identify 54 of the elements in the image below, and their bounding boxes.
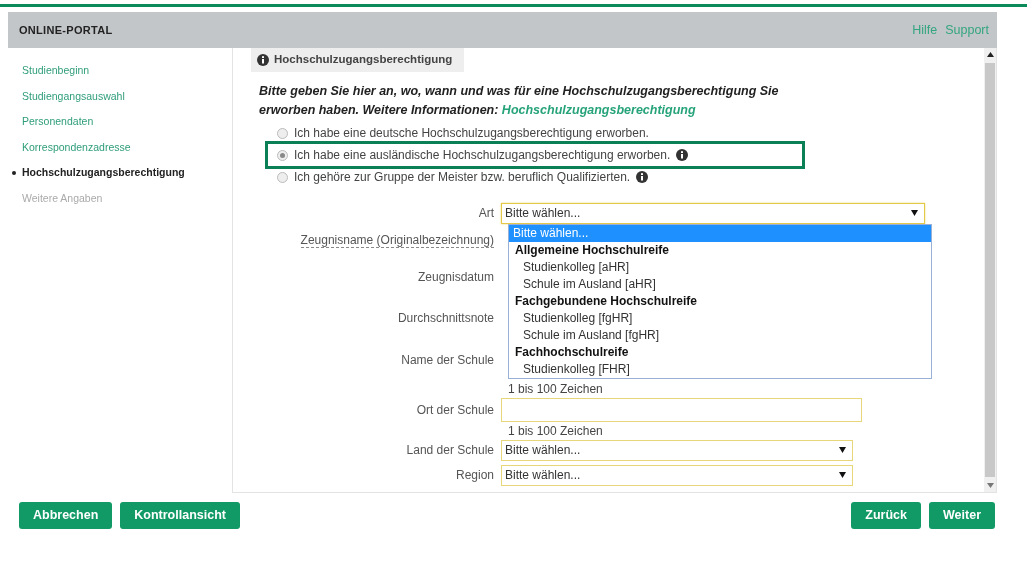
- dropdown-option[interactable]: Studienkolleg [aHR]: [509, 259, 931, 277]
- header-link[interactable]: Hilfe: [912, 22, 938, 37]
- scroll-up-icon[interactable]: [986, 52, 994, 57]
- sidebar-item[interactable]: Hochschulzugangsberechtigung: [22, 160, 185, 186]
- radio-button[interactable]: [277, 127, 288, 139]
- option-label[interactable]: Ich gehöre zur Gruppe der Meister bzw. beruflich Qualifizierten.: [294, 168, 631, 187]
- sidebar-item[interactable]: Studienbeginn: [22, 58, 90, 84]
- option-group-label: Fachhochschulreife: [514, 344, 630, 362]
- field-label: Zeugnisname (Originalbezeichnung): [300, 233, 494, 249]
- field-label: Ort der Schule: [416, 403, 494, 418]
- sidebar-item[interactable]: Personendaten: [22, 109, 94, 135]
- option-group-label: Allgemeine Hochschulreife: [514, 242, 671, 260]
- info-icon[interactable]: [676, 149, 689, 162]
- action-button[interactable]: Abbrechen: [19, 502, 113, 529]
- action-button[interactable]: Zurück: [851, 502, 921, 529]
- field-label: Region: [455, 468, 494, 483]
- action-button[interactable]: Weiter: [929, 502, 995, 529]
- caret-icon: [839, 472, 846, 479]
- intro-text: Bitte geben Sie hier an, wo, wann und was für eine Hochschulzugangsberechtigung Sie erworben haben. Weitere Informationen: Hochschulzugangsberechtigung: [259, 83, 780, 120]
- scroll-down-icon[interactable]: [986, 483, 994, 488]
- field-label: Zeugnisdatum: [417, 270, 494, 285]
- dropdown-option[interactable]: Schule im Ausland [fgHR]: [509, 327, 931, 345]
- select-field[interactable]: Bitte wählen...: [501, 202, 925, 224]
- radio-button[interactable]: [277, 149, 288, 161]
- option-group-label: Fachgebundene Hochschulreife: [514, 293, 699, 311]
- header-link[interactable]: Support: [945, 22, 989, 37]
- sidebar-item[interactable]: Korrespondenzadresse: [22, 134, 131, 161]
- select-field[interactable]: Bitte wählen...: [501, 439, 853, 461]
- dropdown-option[interactable]: Bitte wählen...: [509, 225, 931, 243]
- sidebar-item[interactable]: Studiengangsauswahl: [22, 83, 125, 110]
- info-icon[interactable]: [257, 53, 269, 66]
- info-icon[interactable]: [636, 171, 649, 184]
- option-label[interactable]: Ich habe eine ausländische Hochschulzugangsberechtigung erworben.: [294, 146, 671, 165]
- action-button[interactable]: Kontrollansicht: [120, 502, 240, 529]
- info-link[interactable]: Hochschulzugangsberechtigung: [501, 103, 696, 118]
- field-label: Name der Schule: [401, 353, 494, 368]
- dropdown-option[interactable]: Schule im Ausland [aHR]: [509, 276, 931, 294]
- hint-text: 1 bis 100 Zeichen: [508, 424, 603, 439]
- select-field[interactable]: Bitte wählen...: [501, 464, 853, 486]
- field-label: Durchschnittsnote: [397, 311, 494, 326]
- caret-icon: [839, 447, 846, 454]
- field-label: Art: [478, 206, 494, 221]
- bullet-icon: [12, 171, 16, 176]
- scrollbar[interactable]: [984, 48, 996, 492]
- radio-button[interactable]: [277, 171, 288, 183]
- section-title: Hochschulzugangsberechtigung: [274, 52, 453, 67]
- field-label: Land der Schule: [406, 443, 494, 458]
- dropdown-option[interactable]: Studienkolleg [FHR]: [509, 361, 931, 379]
- option-label[interactable]: Ich habe eine deutsche Hochschulzugangsberechtigung erworben.: [294, 124, 649, 143]
- dropdown-option[interactable]: Studienkolleg [fgHR]: [509, 310, 931, 328]
- caret-icon: [911, 210, 918, 217]
- hint-text: 1 bis 100 Zeichen: [508, 382, 603, 397]
- portal-title: ONLINE-PORTAL: [19, 22, 113, 38]
- input-field[interactable]: [501, 398, 862, 423]
